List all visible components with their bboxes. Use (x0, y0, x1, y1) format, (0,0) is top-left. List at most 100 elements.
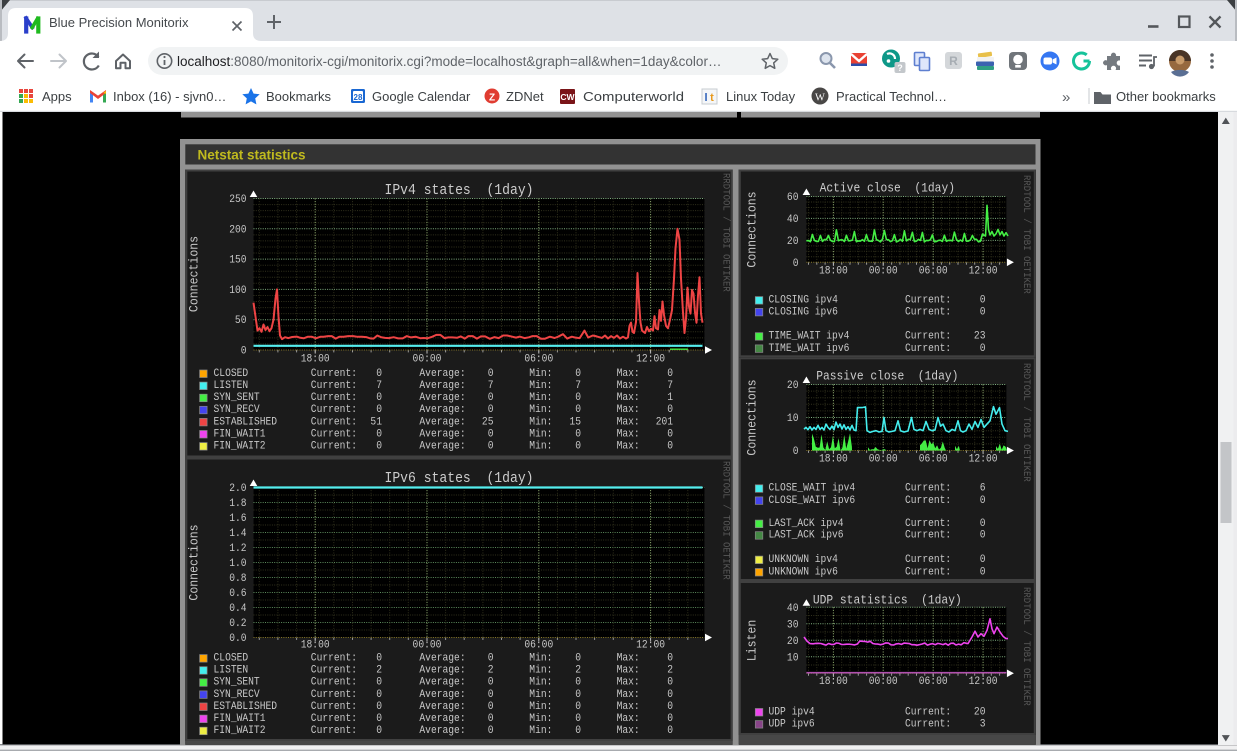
svg-text:CLOSING ipv4: CLOSING ipv4 (769, 295, 839, 307)
svg-text:Max:: Max: (617, 404, 640, 416)
svg-text:Inbox (16) - sjvn0…: Inbox (16) - sjvn0… (113, 89, 226, 104)
svg-text:Current:: Current: (311, 665, 357, 677)
svg-text:0: 0 (667, 404, 673, 416)
svg-text:Average:: Average: (419, 380, 465, 392)
svg-text:IPv6 states (1day): IPv6 states (1day) (385, 471, 534, 487)
svg-text:06:00: 06:00 (919, 676, 948, 688)
svg-text:Max:: Max: (617, 665, 640, 677)
svg-text:UDP ipv4: UDP ipv4 (769, 706, 816, 718)
svg-text:Max:: Max: (617, 677, 640, 689)
svg-text:0: 0 (575, 725, 581, 737)
svg-text:18:00: 18:00 (819, 454, 848, 466)
svg-text:SYN_RECV: SYN_RECV (214, 404, 261, 416)
svg-text:0: 0 (575, 713, 581, 725)
svg-text:0: 0 (980, 518, 986, 530)
svg-text:0: 0 (980, 566, 986, 578)
svg-text:40: 40 (787, 214, 799, 226)
svg-text:Min:: Min: (529, 416, 552, 428)
svg-text:1.0: 1.0 (229, 558, 246, 570)
svg-text:Min:: Min: (529, 653, 552, 665)
svg-text:t: t (710, 92, 714, 104)
svg-text:0: 0 (488, 404, 494, 416)
svg-text:Max:: Max: (617, 392, 640, 404)
svg-text:Average:: Average: (419, 428, 465, 440)
svg-text:0: 0 (575, 404, 581, 416)
svg-text:20: 20 (787, 236, 799, 248)
svg-text:Min:: Min: (529, 392, 552, 404)
svg-text:0: 0 (376, 441, 382, 453)
svg-text:Average:: Average: (419, 689, 465, 701)
svg-text:Min:: Min: (529, 677, 552, 689)
svg-text:Current:: Current: (311, 404, 357, 416)
svg-text:0.8: 0.8 (229, 573, 246, 585)
svg-text:200: 200 (229, 224, 246, 236)
svg-text:0: 0 (980, 530, 986, 542)
svg-text:7: 7 (667, 380, 673, 392)
svg-text:Max:: Max: (617, 689, 640, 701)
svg-text:Netstat statistics: Netstat statistics (198, 147, 306, 162)
svg-text:0: 0 (667, 725, 673, 737)
svg-text:FIN_WAIT2: FIN_WAIT2 (214, 725, 266, 737)
svg-text:00:00: 00:00 (869, 676, 898, 688)
svg-text:Max:: Max: (617, 653, 640, 665)
svg-text:Min:: Min: (529, 380, 552, 392)
svg-text:Linux Today: Linux Today (726, 89, 796, 104)
svg-text:Practical Technol…: Practical Technol… (836, 89, 947, 104)
svg-text:»: » (1062, 89, 1070, 106)
svg-text:RRDTOOL / TOBI OETIKER: RRDTOOL / TOBI OETIKER (1020, 587, 1032, 706)
svg-text:Current:: Current: (905, 295, 951, 307)
svg-text:W: W (815, 93, 825, 104)
svg-text:IPv4 states (1day): IPv4 states (1day) (385, 183, 534, 199)
svg-text:Max:: Max: (617, 713, 640, 725)
svg-text:Average:: Average: (419, 665, 465, 677)
svg-text:Max:: Max: (617, 368, 640, 380)
svg-text:Current:: Current: (311, 368, 357, 380)
svg-text:Current:: Current: (905, 719, 951, 731)
svg-text:Current:: Current: (311, 653, 357, 665)
svg-text:2: 2 (667, 665, 673, 677)
svg-text:0: 0 (667, 441, 673, 453)
svg-text:0: 0 (241, 346, 247, 358)
svg-text:0: 0 (376, 725, 382, 737)
svg-text:Connections: Connections (187, 524, 202, 600)
svg-text:Connections: Connections (745, 191, 760, 267)
svg-text:Current:: Current: (311, 428, 357, 440)
svg-text:Max:: Max: (617, 428, 640, 440)
svg-text:Min:: Min: (529, 665, 552, 677)
svg-text:Max:: Max: (617, 441, 640, 453)
svg-text:Average:: Average: (419, 368, 465, 380)
svg-text:0: 0 (980, 295, 986, 307)
svg-text:Current:: Current: (311, 380, 357, 392)
svg-text:Z: Z (489, 93, 495, 104)
svg-text:Average:: Average: (419, 701, 465, 713)
svg-text:18:00: 18:00 (819, 676, 848, 688)
svg-text:Min:: Min: (529, 725, 552, 737)
svg-text:localhost:8080/monitorix-cgi/m: localhost:8080/monitorix-cgi/monitorix.c… (177, 54, 721, 69)
svg-text:0.2: 0.2 (229, 618, 246, 630)
svg-text:7: 7 (376, 380, 382, 392)
svg-text:201: 201 (656, 416, 674, 428)
svg-text:20: 20 (787, 380, 799, 392)
svg-text:Current:: Current: (905, 554, 951, 566)
svg-text:00:00: 00:00 (869, 266, 898, 278)
svg-text:SYN_SENT: SYN_SENT (214, 677, 261, 689)
svg-text:2.0: 2.0 (229, 483, 246, 495)
svg-text:Current:: Current: (905, 331, 951, 343)
svg-text:Average:: Average: (419, 392, 465, 404)
svg-text:Min:: Min: (529, 404, 552, 416)
svg-text:SYN_RECV: SYN_RECV (214, 689, 261, 701)
svg-text:0: 0 (488, 368, 494, 380)
svg-text:0: 0 (667, 428, 673, 440)
svg-text:Max:: Max: (617, 380, 640, 392)
svg-text:10: 10 (787, 413, 799, 425)
svg-text:0: 0 (667, 701, 673, 713)
svg-text:Current:: Current: (311, 725, 357, 737)
svg-text:Max:: Max: (617, 416, 640, 428)
svg-text:Current:: Current: (905, 306, 951, 318)
svg-text:0: 0 (488, 428, 494, 440)
svg-text:51: 51 (370, 416, 382, 428)
svg-text:0: 0 (667, 689, 673, 701)
svg-text:1.4: 1.4 (229, 528, 247, 540)
svg-text:UDP statistics (1day): UDP statistics (1day) (813, 593, 962, 608)
svg-text:Average:: Average: (419, 416, 465, 428)
